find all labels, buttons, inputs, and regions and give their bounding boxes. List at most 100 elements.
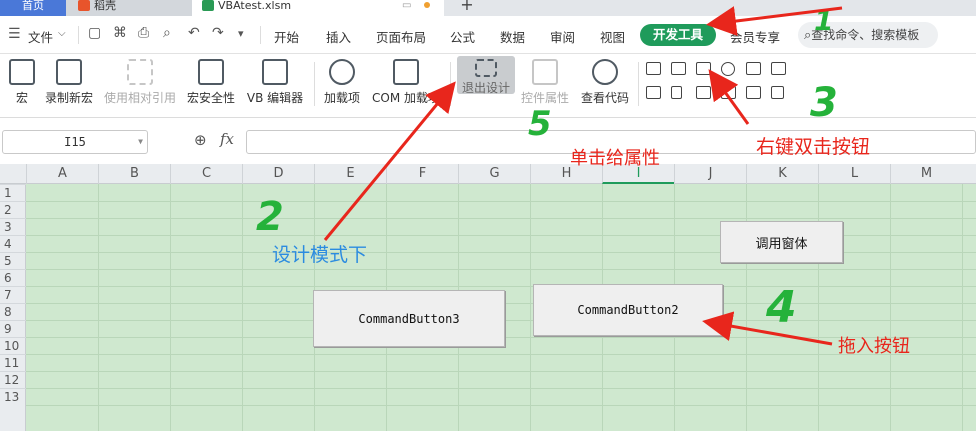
view-code-button[interactable]: 查看代码 bbox=[578, 54, 632, 116]
code-icon bbox=[592, 59, 618, 85]
row-header-3[interactable]: 3 bbox=[0, 218, 26, 235]
row-header-2[interactable]: 2 bbox=[0, 201, 26, 218]
column-header-d[interactable]: D bbox=[242, 164, 314, 184]
row-header-8[interactable]: 8 bbox=[0, 303, 26, 320]
menu-developer-tools[interactable]: 开发工具 bbox=[640, 24, 716, 46]
gridline bbox=[26, 269, 976, 270]
name-box[interactable]: I15 ▼ bbox=[2, 130, 148, 154]
design-mode-icon bbox=[475, 59, 497, 77]
addins-button[interactable]: 加载项 bbox=[320, 54, 364, 116]
worksheet-grid[interactable]: A B C D E F G H I J K L M 1 2 3 4 5 6 7 … bbox=[0, 164, 976, 431]
row-header-9[interactable]: 9 bbox=[0, 320, 26, 337]
annotation-design-mode: 设计模式下 bbox=[272, 244, 368, 266]
row-header-6[interactable]: 6 bbox=[0, 269, 26, 286]
fx-icon[interactable]: fx bbox=[220, 130, 234, 148]
label-control-icon[interactable] bbox=[771, 62, 786, 75]
menu-data[interactable]: 数据 bbox=[500, 27, 525, 46]
pin-icon[interactable]: ▭ bbox=[402, 0, 411, 11]
listbox-control-icon[interactable] bbox=[746, 62, 761, 75]
print-icon[interactable]: ⎙ bbox=[138, 25, 149, 41]
column-header-e[interactable]: E bbox=[314, 164, 386, 184]
gridline bbox=[26, 371, 976, 372]
gridline bbox=[890, 184, 891, 431]
menu-insert[interactable]: 插入 bbox=[326, 27, 351, 46]
vb-editor-button[interactable]: VB 编辑器 bbox=[244, 54, 306, 116]
tab-workbook[interactable]: VBAtest.xlsm ▭ bbox=[192, 0, 444, 16]
column-header-k[interactable]: K bbox=[746, 164, 818, 184]
column-header-m[interactable]: M bbox=[890, 164, 962, 184]
chevron-down-icon[interactable]: ⌵ bbox=[58, 28, 66, 39]
command-button-3[interactable]: CommandButton3 bbox=[313, 290, 505, 347]
tab-docer[interactable]: 稻壳 bbox=[66, 0, 192, 16]
gridline bbox=[26, 405, 976, 406]
tab-home[interactable]: 首页 bbox=[0, 0, 66, 16]
macro-security-button[interactable]: 宏安全性 bbox=[184, 54, 238, 116]
divider bbox=[450, 62, 451, 106]
record-macro-label: 录制新宏 bbox=[44, 91, 93, 105]
command-button-2[interactable]: CommandButton2 bbox=[533, 284, 723, 336]
record-macro-icon bbox=[56, 59, 82, 85]
divider bbox=[638, 62, 639, 106]
row-headers: 1 2 3 4 5 6 7 8 9 10 11 12 13 bbox=[0, 184, 26, 431]
row-header-4[interactable]: 4 bbox=[0, 235, 26, 252]
macro-icon bbox=[9, 59, 35, 85]
textbox-control-icon[interactable] bbox=[671, 62, 686, 75]
column-header-g[interactable]: G bbox=[458, 164, 530, 184]
menu-member[interactable]: 会员专享 bbox=[730, 27, 780, 46]
relative-reference-button[interactable]: 使用相对引用 bbox=[102, 54, 178, 116]
menu-page-layout[interactable]: 页面布局 bbox=[376, 27, 426, 46]
undo-icon[interactable]: ↶ bbox=[188, 25, 200, 41]
menu-start[interactable]: 开始 bbox=[274, 27, 299, 46]
scrollbar-control-icon[interactable] bbox=[646, 86, 661, 99]
redo-icon[interactable]: ↷ bbox=[212, 25, 224, 41]
spin-button-control-icon[interactable] bbox=[671, 86, 682, 99]
image-control-icon[interactable] bbox=[746, 86, 761, 99]
more-controls-icon[interactable] bbox=[771, 86, 784, 99]
gear-icon bbox=[329, 59, 355, 85]
print-preview-icon[interactable]: ⌕ bbox=[163, 25, 171, 41]
tab-docer-label: 稻壳 bbox=[94, 0, 116, 12]
step-number-4: 4 bbox=[766, 282, 797, 333]
column-headers: A B C D E F G H I J K L M bbox=[0, 164, 976, 184]
format-painter-icon[interactable]: ⌘ bbox=[113, 25, 127, 41]
save-icon[interactable]: ▢ bbox=[88, 25, 101, 41]
row-header-13[interactable]: 13 bbox=[0, 388, 26, 405]
step-number-3: 3 bbox=[810, 80, 838, 126]
macro-security-icon bbox=[198, 59, 224, 85]
zoom-icon[interactable]: ⊕ bbox=[194, 131, 207, 149]
column-header-j[interactable]: J bbox=[674, 164, 746, 184]
row-header-7[interactable]: 7 bbox=[0, 286, 26, 303]
menu-formulas[interactable]: 公式 bbox=[450, 27, 475, 46]
chevron-down-icon[interactable]: ▼ bbox=[138, 131, 143, 153]
new-tab-button[interactable]: + bbox=[452, 0, 482, 16]
hamburger-menu-icon[interactable]: ☰ bbox=[8, 26, 21, 42]
checkbox-control-icon[interactable] bbox=[646, 62, 661, 75]
row-header-12[interactable]: 12 bbox=[0, 371, 26, 388]
column-header-a[interactable]: A bbox=[26, 164, 98, 184]
com-addins-button[interactable]: COM 加载项 bbox=[368, 54, 444, 116]
row-header-1[interactable]: 1 bbox=[0, 184, 26, 201]
menu-view[interactable]: 视图 bbox=[600, 27, 625, 46]
call-window-button[interactable]: 调用窗体 bbox=[720, 221, 843, 263]
macro-button[interactable]: 宏 bbox=[4, 54, 40, 116]
row-header-5[interactable]: 5 bbox=[0, 252, 26, 269]
menu-file[interactable]: 文件 bbox=[28, 27, 53, 46]
customize-toolbar-icon[interactable]: ▾ bbox=[238, 27, 244, 40]
command-button-control-icon[interactable] bbox=[696, 62, 711, 75]
combobox-control-icon[interactable] bbox=[696, 86, 711, 99]
vb-editor-icon bbox=[262, 59, 288, 85]
vb-editor-label: VB 编辑器 bbox=[246, 91, 304, 105]
column-header-f[interactable]: F bbox=[386, 164, 458, 184]
relative-reference-label: 使用相对引用 bbox=[103, 91, 176, 105]
toggle-button-control-icon[interactable] bbox=[721, 86, 736, 99]
option-button-control-icon[interactable] bbox=[721, 62, 735, 76]
row-header-11[interactable]: 11 bbox=[0, 354, 26, 371]
column-header-b[interactable]: B bbox=[98, 164, 170, 184]
row-header-10[interactable]: 10 bbox=[0, 337, 26, 354]
menu-review[interactable]: 审阅 bbox=[550, 27, 575, 46]
record-macro-button[interactable]: 录制新宏 bbox=[42, 54, 96, 116]
exit-design-mode-button[interactable]: 退出设计 bbox=[457, 56, 515, 95]
gridline bbox=[98, 184, 99, 431]
column-header-l[interactable]: L bbox=[818, 164, 890, 184]
column-header-c[interactable]: C bbox=[170, 164, 242, 184]
